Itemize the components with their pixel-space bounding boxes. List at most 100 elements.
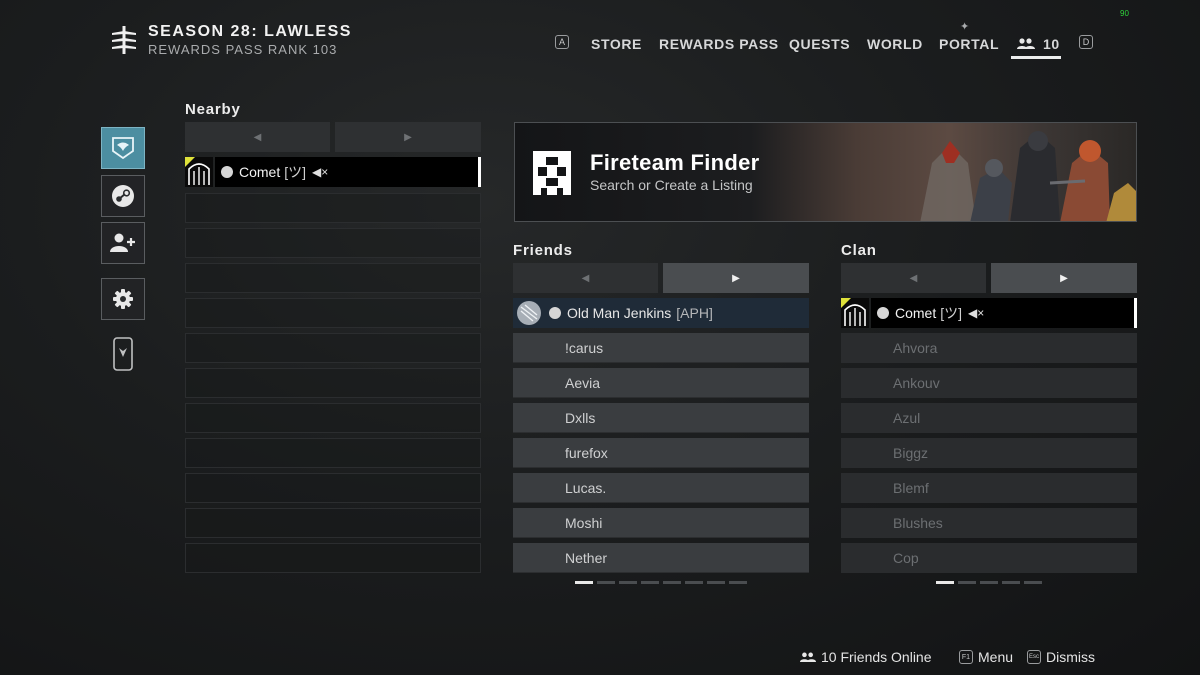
dismiss-label: Dismiss — [1046, 649, 1095, 665]
steam-platform-icon — [877, 307, 889, 319]
clan-member-row[interactable]: Cop — [841, 543, 1137, 573]
nav-quests[interactable]: QUESTS — [789, 36, 850, 52]
clan-page-dot — [958, 581, 976, 584]
dismiss-button[interactable]: Esc Dismiss — [1027, 648, 1095, 666]
clan-member-row[interactable]: Blemf — [841, 473, 1137, 503]
settings-gear-icon — [113, 289, 133, 309]
friend-row[interactable]: Nether — [513, 543, 809, 573]
clan-member-row[interactable]: Ahvora — [841, 333, 1137, 363]
friend-name: Old Man Jenkins — [567, 305, 672, 321]
friends-online-text: 10 Friends Online — [821, 649, 932, 665]
nearby-empty-slot — [185, 263, 481, 293]
friends-page-dot — [575, 581, 593, 584]
fireteam-finder-icon — [533, 151, 571, 195]
muted-voice-icon: ◀× — [312, 165, 329, 179]
friends-icon — [1017, 38, 1035, 49]
player-clan-tag: [ツ] — [940, 305, 963, 321]
nearby-empty-slot — [185, 508, 481, 538]
nearby-empty-slot — [185, 543, 481, 573]
nearby-empty-slot — [185, 368, 481, 398]
friend-name: Lucas. — [565, 479, 607, 496]
fps-counter: 90 — [1120, 9, 1129, 18]
nearby-title: Nearby — [185, 101, 241, 118]
nav-store[interactable]: STORE — [591, 36, 642, 52]
nearby-player-card[interactable]: Comet [ツ] ◀× — [185, 157, 481, 187]
menu-button[interactable]: F1 Menu — [959, 648, 1013, 666]
menu-label: Menu — [978, 649, 1014, 665]
friends-page-dot — [663, 581, 681, 584]
friends-page-dot — [619, 581, 637, 584]
friend-name: Moshi — [565, 514, 603, 531]
clan-member-name: Ahvora — [893, 340, 938, 356]
friend-row[interactable]: Lucas. — [513, 473, 809, 503]
friend-row[interactable]: !carus — [513, 333, 809, 363]
clan-member-name: Cop — [893, 550, 919, 566]
clan-member-row[interactable]: Blushes — [841, 508, 1137, 538]
friend-row[interactable]: Moshi — [513, 508, 809, 538]
nearby-empty-slot — [185, 403, 481, 433]
nav-world[interactable]: WORLD — [867, 36, 923, 52]
clan-member-row[interactable]: Biggz — [841, 438, 1137, 468]
portal-star-icon: ✦ — [960, 21, 970, 33]
nearby-empty-slot — [185, 438, 481, 468]
friend-name: Nether — [565, 549, 608, 566]
friends-next-page[interactable]: ▶ — [663, 263, 809, 293]
steam-platform-icon — [221, 166, 233, 178]
banner-title: Fireteam Finder — [590, 150, 760, 175]
season-title: SEASON 28: LAWLESS — [148, 23, 352, 40]
f1-key-icon: F1 — [959, 650, 973, 664]
nav-right-key-hint: D — [1079, 35, 1093, 49]
steam-platform-icon — [549, 307, 561, 319]
friend-row[interactable]: Aevia — [513, 368, 809, 398]
clan-next-page[interactable]: ▶ — [991, 263, 1137, 293]
clan-member-name: Ankouv — [893, 375, 940, 391]
friends-online-status: 10 Friends Online — [800, 648, 932, 666]
nearby-empty-slot — [185, 298, 481, 328]
clan-member-row[interactable]: Ankouv — [841, 368, 1137, 398]
guardians-artwork — [920, 131, 1136, 221]
friend-name: !carus — [565, 339, 604, 356]
nearby-empty-slot — [185, 228, 481, 258]
clan-page-dot — [980, 581, 998, 584]
friends-page-dot — [597, 581, 615, 584]
companion-app-button[interactable] — [112, 337, 134, 371]
friends-prev-page[interactable]: ◀ — [513, 263, 658, 293]
friends-page-dot — [685, 581, 703, 584]
nav-portal[interactable]: PORTAL — [939, 36, 999, 52]
fireteam-finder-banner[interactable]: Fireteam Finder Search or Create a Listi… — [514, 122, 1137, 222]
clan-member-name: Blushes — [893, 515, 943, 531]
nav-rewards-pass[interactable]: REWARDS PASS — [659, 36, 779, 52]
clan-prev-page[interactable]: ◀ — [841, 263, 986, 293]
clan-title: Clan — [841, 242, 877, 259]
friend-emblem-icon — [517, 301, 541, 325]
add-friend-button[interactable] — [101, 222, 145, 264]
clan-player-card[interactable]: Comet [ツ] ◀× — [841, 298, 1137, 328]
friends-count: 10 — [1043, 36, 1060, 52]
clan-page-dot — [1024, 581, 1042, 584]
friend-row-highlighted[interactable]: Old Man Jenkins [APH] — [513, 298, 809, 328]
guardian-emblem — [185, 157, 213, 187]
steam-button[interactable] — [101, 175, 145, 217]
settings-button[interactable] — [101, 278, 145, 320]
clan-page-dot — [1002, 581, 1020, 584]
clan-member-name: Biggz — [893, 445, 929, 461]
nearby-empty-slot — [185, 473, 481, 503]
friend-name: Aevia — [565, 374, 601, 391]
nav-left-key-hint: A — [555, 35, 569, 49]
clan-page-dot — [936, 581, 954, 584]
banner-subtitle: Search or Create a Listing — [590, 177, 753, 193]
friends-icon — [800, 652, 816, 662]
clan-banner-button[interactable] — [101, 127, 145, 169]
clan-banner-icon — [112, 137, 134, 160]
nearby-next-page[interactable]: ▶ — [335, 122, 481, 152]
nearby-prev-page[interactable]: ◀ — [185, 122, 330, 152]
season-icon — [112, 26, 136, 54]
friend-row[interactable]: furefox — [513, 438, 809, 468]
nav-friends-tab[interactable]: 10 — [1017, 34, 1060, 54]
clan-member-row[interactable]: Azul — [841, 403, 1137, 433]
player-name: Comet — [239, 164, 281, 180]
friends-page-dot — [641, 581, 659, 584]
friend-row[interactable]: Dxlls — [513, 403, 809, 433]
rewards-pass-rank: REWARDS PASS RANK 103 — [148, 42, 338, 57]
muted-voice-icon: ◀× — [968, 306, 985, 320]
